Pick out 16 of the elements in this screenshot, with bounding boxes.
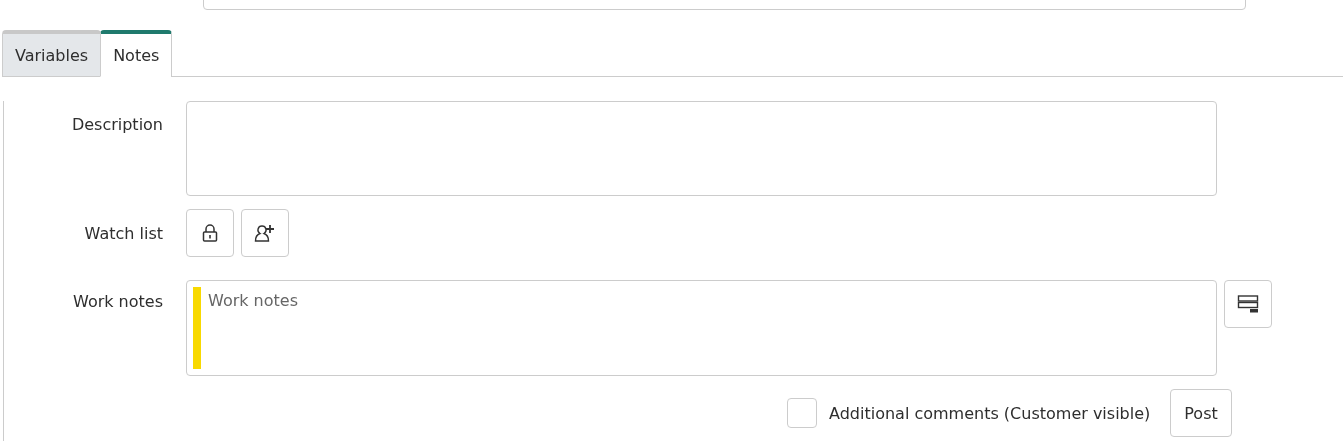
- checkbox[interactable]: [787, 398, 817, 428]
- field-label: Description: [70, 114, 164, 134]
- description-field[interactable]: [186, 101, 1217, 196]
- field-label: Work notes: [72, 291, 164, 311]
- add-user-icon: [254, 223, 276, 243]
- tab[interactable]: Variables: [2, 30, 102, 77]
- lock-button[interactable]: [186, 209, 234, 257]
- work-notes-field[interactable]: Work notes: [186, 280, 1217, 376]
- lock-icon: [201, 223, 219, 243]
- toggle-button[interactable]: [1224, 280, 1272, 328]
- field-label: Watch list: [83, 223, 164, 243]
- tab[interactable]: Notes: [100, 30, 173, 77]
- post-button[interactable]: Post: [1170, 389, 1232, 437]
- add-user-button[interactable]: [241, 209, 289, 257]
- layout-icon: [1237, 295, 1259, 313]
- checkbox-label: Additional comments (Customer visible): [829, 403, 1151, 423]
